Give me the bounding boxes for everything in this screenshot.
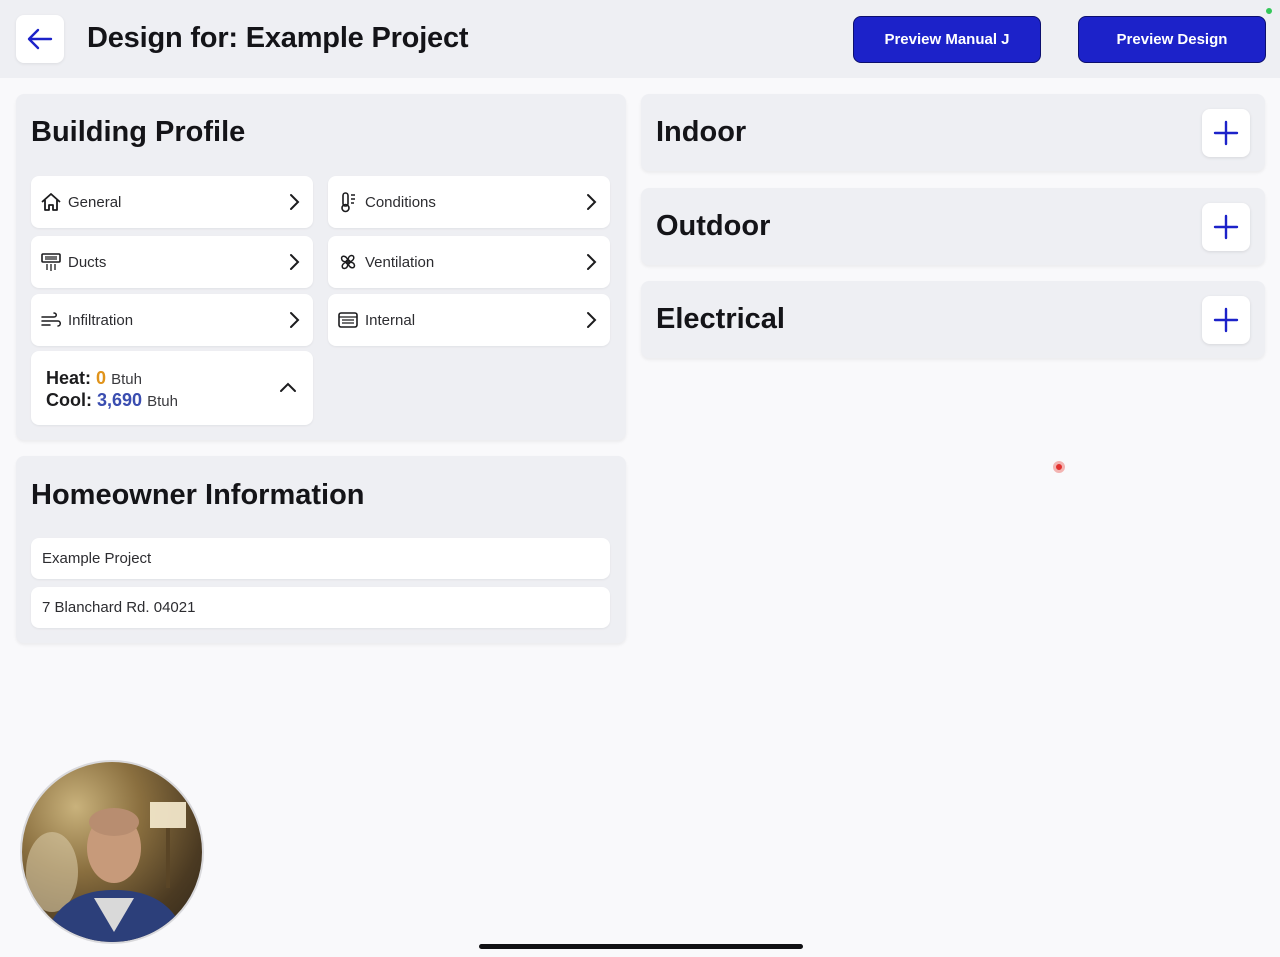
outdoor-section: Outdoor: [641, 188, 1265, 265]
house-icon: [40, 191, 62, 213]
plus-icon: [1213, 214, 1239, 240]
indoor-title: Indoor: [656, 116, 747, 148]
wind-icon: [40, 309, 62, 331]
thermometer-icon: [337, 191, 359, 213]
homeowner-name-field[interactable]: Example Project: [31, 538, 610, 579]
electrical-title: Electrical: [656, 303, 785, 335]
chevron-right-icon: [587, 312, 597, 328]
home-indicator-bar: [479, 944, 803, 949]
ducts-item[interactable]: Ducts: [31, 236, 313, 288]
preview-design-button[interactable]: Preview Design: [1078, 16, 1266, 63]
heat-summary: Heat: 0 Btuh: [46, 368, 142, 389]
heat-value: 0: [96, 368, 107, 388]
building-profile-title: Building Profile: [31, 116, 246, 148]
add-outdoor-button[interactable]: [1202, 203, 1250, 251]
general-label: General: [68, 193, 122, 211]
add-electrical-button[interactable]: [1202, 296, 1250, 344]
cool-value: 3,690: [97, 390, 143, 410]
webcam-overlay: [20, 760, 204, 944]
ventilation-item[interactable]: Ventilation: [328, 236, 610, 288]
infiltration-label: Infiltration: [68, 311, 134, 329]
cool-summary: Cool: 3,690 Btuh: [46, 390, 178, 411]
infiltration-item[interactable]: Infiltration: [31, 294, 313, 346]
chevron-right-icon: [290, 194, 300, 210]
cool-label: Cool:: [46, 390, 92, 410]
touch-indicator: [1053, 461, 1065, 473]
fan-icon: [337, 251, 359, 273]
load-summary-card: Heat: 0 Btuh Cool: 3,690 Btuh: [31, 351, 313, 425]
cool-unit: Btuh: [147, 393, 178, 410]
homeowner-address-field[interactable]: 7 Blanchard Rd. 04021: [31, 587, 610, 628]
plus-icon: [1213, 307, 1239, 333]
status-indicator-dot: [1266, 8, 1272, 14]
homeowner-information-title: Homeowner Information: [31, 479, 365, 511]
building-profile-panel: Building Profile General Conditions Duct…: [16, 94, 626, 440]
add-indoor-button[interactable]: [1202, 109, 1250, 157]
conditions-item[interactable]: Conditions: [328, 176, 610, 228]
back-button[interactable]: [16, 15, 64, 63]
chevron-right-icon: [290, 312, 300, 328]
chevron-up-icon[interactable]: [277, 377, 299, 397]
appliance-icon: [337, 309, 359, 331]
outdoor-title: Outdoor: [656, 210, 771, 242]
homeowner-information-panel: Homeowner Information Example Project 7 …: [16, 456, 626, 643]
presenter-image: [26, 802, 187, 942]
page-title: Design for: Example Project: [87, 22, 469, 54]
internal-label: Internal: [365, 311, 416, 329]
preview-manual-j-button[interactable]: Preview Manual J: [853, 16, 1041, 63]
ventilation-label: Ventilation: [365, 253, 435, 271]
duct-vent-icon: [40, 251, 62, 273]
heat-unit: Btuh: [111, 371, 142, 388]
internal-item[interactable]: Internal: [328, 294, 610, 346]
heat-label: Heat:: [46, 368, 92, 388]
conditions-label: Conditions: [365, 193, 436, 211]
chevron-right-icon: [587, 194, 597, 210]
ducts-label: Ducts: [68, 253, 107, 271]
top-bar: Design for: Example Project Preview Manu…: [0, 0, 1280, 78]
plus-icon: [1213, 120, 1239, 146]
electrical-section: Electrical: [641, 281, 1265, 358]
general-item[interactable]: General: [31, 176, 313, 228]
indoor-section: Indoor: [641, 94, 1265, 171]
chevron-right-icon: [587, 254, 597, 270]
arrow-left-icon: [27, 28, 53, 50]
chevron-right-icon: [290, 254, 300, 270]
